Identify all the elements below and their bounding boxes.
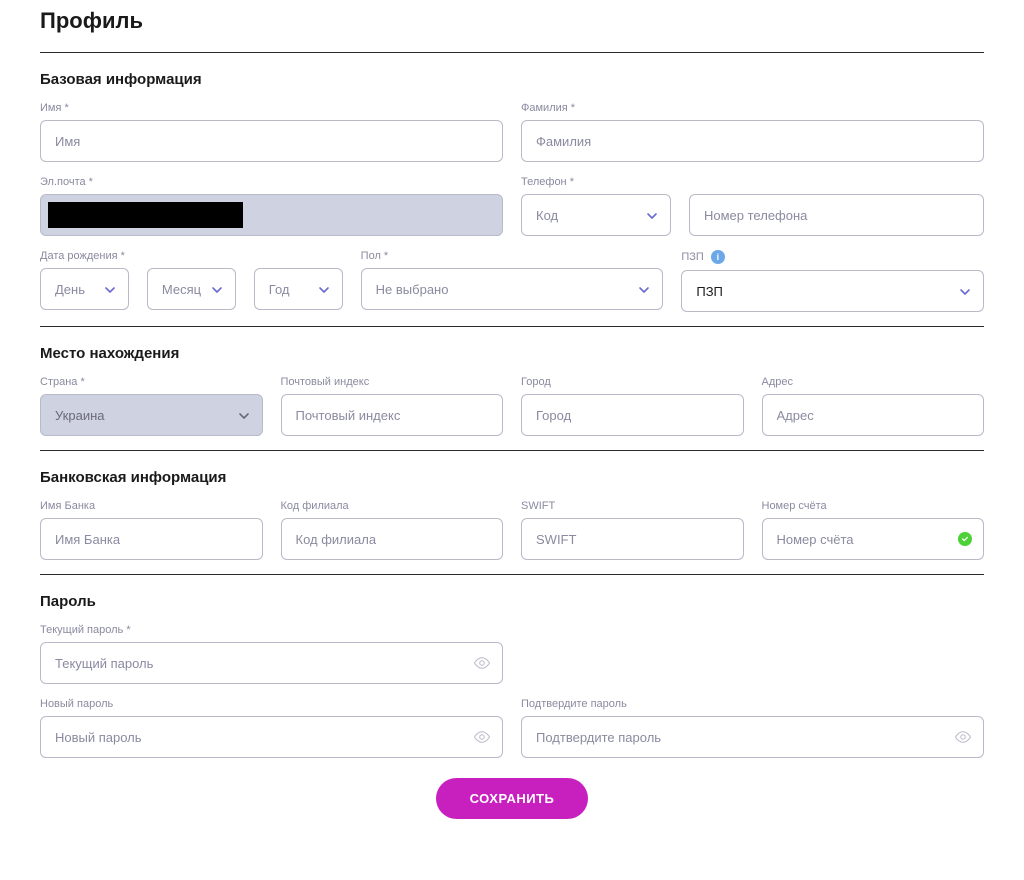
phone-label: Телефон * bbox=[521, 176, 984, 188]
section-basic-title: Базовая информация bbox=[40, 71, 984, 88]
last-name-field: Фамилия * bbox=[521, 102, 984, 162]
country-value: Украина bbox=[55, 408, 105, 423]
bank-branch-field: Код филиала bbox=[281, 500, 504, 560]
current-password-label: Текущий пароль * bbox=[40, 624, 503, 636]
divider bbox=[40, 450, 984, 451]
section-location-title: Место нахождения bbox=[40, 345, 984, 362]
last-name-input[interactable] bbox=[521, 120, 984, 162]
last-name-label: Фамилия * bbox=[521, 102, 984, 114]
dob-year-select[interactable]: Год bbox=[254, 268, 343, 310]
eye-icon[interactable] bbox=[473, 654, 491, 672]
new-password-label: Новый пароль bbox=[40, 698, 503, 710]
address-input[interactable] bbox=[762, 394, 985, 436]
eye-icon[interactable] bbox=[473, 728, 491, 746]
phone-number-input[interactable] bbox=[689, 194, 984, 236]
confirm-password-field: Подтвердите пароль bbox=[521, 698, 984, 758]
address-label: Адрес bbox=[762, 376, 985, 388]
bank-name-field: Имя Банка bbox=[40, 500, 263, 560]
chevron-down-icon bbox=[638, 284, 648, 294]
email-field: Эл.почта * bbox=[40, 176, 503, 236]
pzp-field: ПЗП i ПЗП bbox=[681, 250, 984, 312]
postal-input[interactable] bbox=[281, 394, 504, 436]
current-password-input[interactable] bbox=[40, 642, 503, 684]
city-field: Город bbox=[521, 376, 744, 436]
dob-month-select[interactable]: Месяц bbox=[147, 268, 236, 310]
pzp-value: ПЗП bbox=[696, 284, 723, 299]
current-password-field: Текущий пароль * bbox=[40, 624, 503, 684]
confirm-password-label: Подтвердите пароль bbox=[521, 698, 984, 710]
gender-value: Не выбрано bbox=[376, 282, 449, 297]
bank-swift-label: SWIFT bbox=[521, 500, 744, 512]
spacer bbox=[521, 624, 984, 684]
eye-icon[interactable] bbox=[954, 728, 972, 746]
dob-year-value: Год bbox=[269, 282, 290, 297]
first-name-input[interactable] bbox=[40, 120, 503, 162]
phone-code-value: Код bbox=[536, 208, 558, 223]
first-name-label: Имя * bbox=[40, 102, 503, 114]
redacted-overlay bbox=[48, 202, 243, 228]
dob-day-value: День bbox=[55, 282, 85, 297]
first-name-field: Имя * bbox=[40, 102, 503, 162]
phone-code-select[interactable]: Код bbox=[521, 194, 671, 236]
bank-account-label: Номер счёта bbox=[762, 500, 985, 512]
new-password-input[interactable] bbox=[40, 716, 503, 758]
save-button[interactable]: СОХРАНИТЬ bbox=[436, 778, 589, 819]
country-field: Страна * Украина bbox=[40, 376, 263, 436]
new-password-field: Новый пароль bbox=[40, 698, 503, 758]
confirm-password-input[interactable] bbox=[521, 716, 984, 758]
pzp-select[interactable]: ПЗП bbox=[681, 270, 984, 312]
dob-label: Дата рождения * bbox=[40, 250, 343, 262]
gender-select[interactable]: Не выбрано bbox=[361, 268, 664, 310]
postal-label: Почтовый индекс bbox=[281, 376, 504, 388]
bank-swift-field: SWIFT bbox=[521, 500, 744, 560]
bank-branch-input[interactable] bbox=[281, 518, 504, 560]
phone-field: Телефон * Код bbox=[521, 176, 984, 236]
bank-account-input[interactable] bbox=[762, 518, 985, 560]
divider bbox=[40, 574, 984, 575]
chevron-down-icon bbox=[211, 284, 221, 294]
chevron-down-icon bbox=[238, 410, 248, 420]
check-icon bbox=[958, 532, 972, 546]
dob-field: Дата рождения * День Месяц Год bbox=[40, 250, 343, 312]
postal-field: Почтовый индекс bbox=[281, 376, 504, 436]
pzp-label: ПЗП i bbox=[681, 250, 984, 264]
city-input[interactable] bbox=[521, 394, 744, 436]
country-label: Страна * bbox=[40, 376, 263, 388]
section-password-title: Пароль bbox=[40, 593, 984, 610]
bank-branch-label: Код филиала bbox=[281, 500, 504, 512]
dob-day-select[interactable]: День bbox=[40, 268, 129, 310]
gender-field: Пол * Не выбрано bbox=[361, 250, 664, 312]
chevron-down-icon bbox=[646, 210, 656, 220]
email-label: Эл.почта * bbox=[40, 176, 503, 188]
chevron-down-icon bbox=[959, 286, 969, 296]
bank-name-label: Имя Банка bbox=[40, 500, 263, 512]
page-title: Профиль bbox=[40, 8, 984, 34]
country-select: Украина bbox=[40, 394, 263, 436]
pzp-label-text: ПЗП bbox=[681, 251, 703, 263]
divider bbox=[40, 326, 984, 327]
dob-month-value: Месяц bbox=[162, 282, 201, 297]
gender-label: Пол * bbox=[361, 250, 664, 262]
bank-swift-input[interactable] bbox=[521, 518, 744, 560]
bank-account-field: Номер счёта bbox=[762, 500, 985, 560]
info-icon[interactable]: i bbox=[711, 250, 725, 264]
chevron-down-icon bbox=[104, 284, 114, 294]
section-bank-title: Банковская информация bbox=[40, 469, 984, 486]
city-label: Город bbox=[521, 376, 744, 388]
bank-name-input[interactable] bbox=[40, 518, 263, 560]
address-field: Адрес bbox=[762, 376, 985, 436]
divider bbox=[40, 52, 984, 53]
chevron-down-icon bbox=[318, 284, 328, 294]
